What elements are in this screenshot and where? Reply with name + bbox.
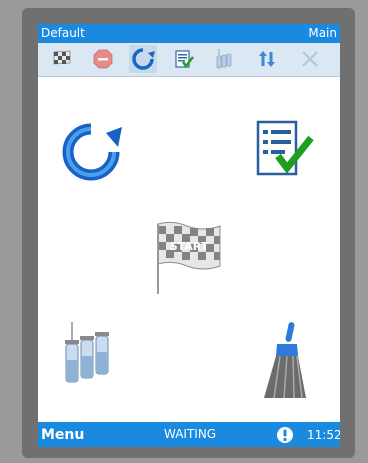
broom-icon[interactable] xyxy=(260,320,310,402)
checklist-icon[interactable] xyxy=(254,118,316,180)
screen-title: Main xyxy=(308,26,337,40)
toolbar-start-flag-icon[interactable] xyxy=(48,45,76,73)
toolbar-close-icon[interactable] xyxy=(296,45,324,73)
title-bar: Default Main xyxy=(38,24,340,43)
vials-icon[interactable] xyxy=(58,320,124,386)
toolbar-sort-arrows-icon[interactable] xyxy=(253,45,281,73)
toolbar-vials-icon[interactable] xyxy=(210,45,238,73)
status-text: WAITING xyxy=(164,427,217,441)
toolbar-checklist-icon[interactable] xyxy=(170,45,198,73)
alert-icon[interactable] xyxy=(276,426,294,444)
profile-title: Default xyxy=(41,26,85,40)
status-bar: Menu WAITING 11:52 xyxy=(38,422,340,447)
toolbar-stop-icon[interactable] xyxy=(89,45,117,73)
toolbar xyxy=(38,43,340,77)
start-flag-text: START xyxy=(170,240,209,253)
refresh-icon[interactable] xyxy=(58,121,124,183)
device-screen: Default Main START Menu WAITING 11:52 xyxy=(38,24,340,447)
start-flag-icon[interactable]: START xyxy=(153,220,225,298)
clock: 11:52 xyxy=(307,428,340,442)
menu-button[interactable]: Menu xyxy=(41,425,84,445)
toolbar-refresh-icon[interactable] xyxy=(129,45,157,73)
